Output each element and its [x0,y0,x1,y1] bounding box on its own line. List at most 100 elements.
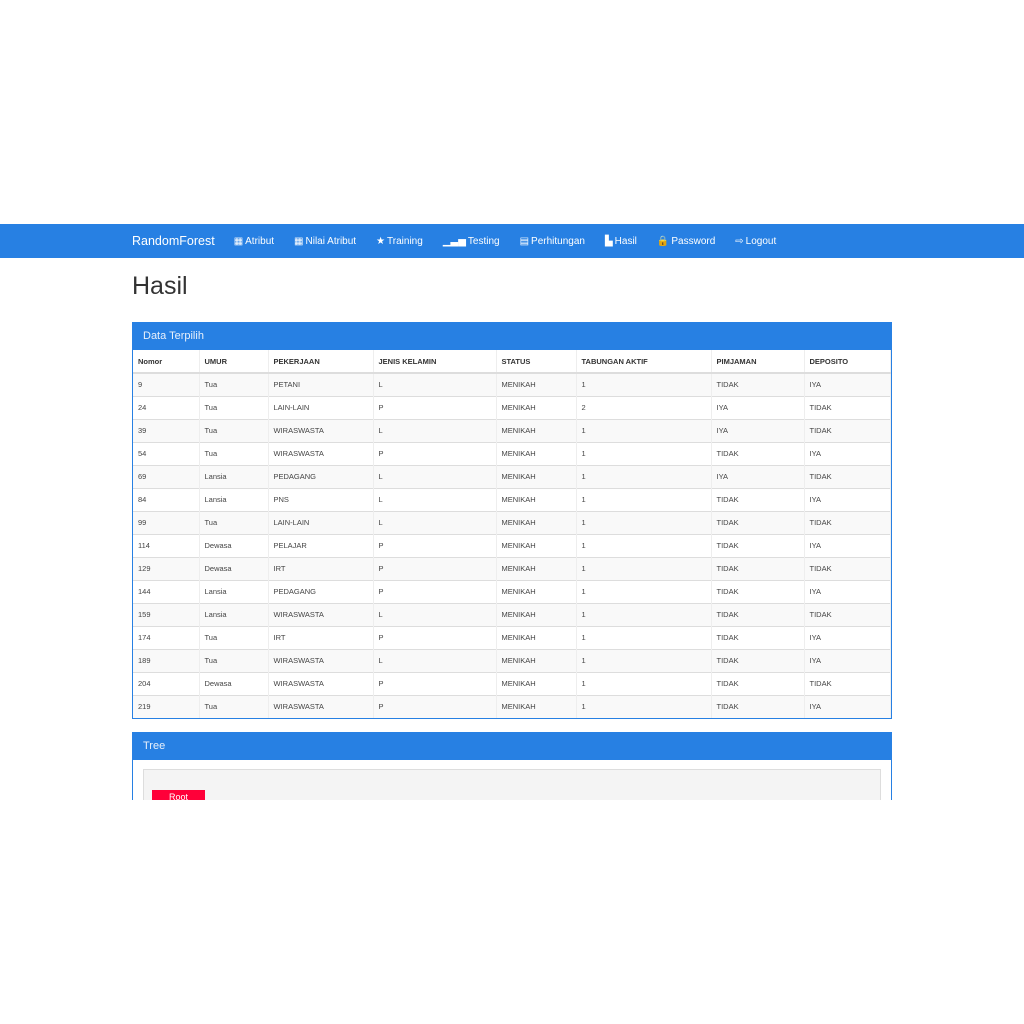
data-table: Nomor UMUR PEKERJAAN JENIS KELAMIN STATUS TAB… [133,350,891,718]
table-cell: Dewasa [199,556,269,580]
table-cell: 54 [133,441,200,465]
table-cell: TIDAK [804,602,891,626]
table-cell: MENIKAH [496,602,577,626]
table-cell: P [373,533,497,557]
nav-nilai-atribut[interactable]: ▦ Nilai Atribut [294,236,356,247]
table-cell: WIRASWASTA [268,694,374,718]
table-cell: PEDAGANG [268,579,374,603]
table-cell: 129 [133,556,200,580]
table-row: 54 Tua WIRASWASTA P MENIKAH 1 TIDAK IYA [133,441,891,465]
th-icon: ▦ [294,235,304,247]
nav-testing[interactable]: ▁▃▅ Testing [443,236,500,247]
nav-perhitungan[interactable]: ▤ Perhitungan [520,236,585,247]
table-cell: TIDAK [804,671,891,695]
table-cell: PNS [268,487,374,511]
table-cell: 1 [576,694,712,718]
table-row: 219 Tua WIRASWASTA P MENIKAH 1 TIDAK IYA [133,694,891,718]
table-cell: 1 [576,648,712,672]
table-cell: TIDAK [711,648,805,672]
table-cell: L [373,372,497,396]
table-cell: Lansia [199,579,269,603]
column-header: PIMJAMAN [711,350,805,374]
nav-label: Perhitungan [531,235,585,247]
table-cell: MENIKAH [496,464,577,488]
table-cell: TIDAK [711,602,805,626]
table-cell: WIRASWASTA [268,671,374,695]
table-cell: Dewasa [199,671,269,695]
table-row: 189 Tua WIRASWASTA L MENIKAH 1 TIDAK IYA [133,648,891,672]
table-cell: LAIN-LAIN [268,395,374,419]
table-cell: 189 [133,648,200,672]
navbar: RandomForest ▦ Atribut ▦ Nilai Atribut ★ Trai… [0,224,1024,258]
tree-root-node[interactable]: Root [152,790,205,800]
nav-password[interactable]: 🔒 Password [657,236,715,247]
data-terpilih-panel: Data Terpilih Nomor UMUR PEKERJAAN JENIS KE… [132,322,892,719]
table-row: 144 Lansia PEDAGANG P MENIKAH 1 TIDAK IYA [133,579,891,603]
table-cell: L [373,418,497,442]
table-cell: P [373,441,497,465]
table-cell: IYA [711,418,805,442]
table-row: 99 Tua LAIN-LAIN L MENIKAH 1 TIDAK TIDAK [133,510,891,534]
nav-hasil[interactable]: ▙ Hasil [605,236,637,247]
table-cell: 1 [576,464,712,488]
table-cell: TIDAK [711,441,805,465]
nav-atribut[interactable]: ▦ Atribut [234,236,274,247]
table-cell: MENIKAH [496,694,577,718]
brand-link[interactable]: RandomForest [132,234,215,248]
table-cell: 159 [133,602,200,626]
table-cell: 1 [576,533,712,557]
table-cell: L [373,648,497,672]
nav-label: Testing [467,235,500,247]
nav-label: Hasil [614,235,637,247]
nav-logout[interactable]: ⇨ Logout [735,236,776,247]
table-cell: MENIKAH [496,579,577,603]
table-cell: MENIKAH [496,533,577,557]
table-cell: TIDAK [804,556,891,580]
nav-label: Atribut [245,235,275,247]
table-row: 114 Dewasa PELAJAR P MENIKAH 1 TIDAK IYA [133,533,891,557]
table-cell: 1 [576,579,712,603]
table-cell: Tua [199,648,269,672]
table-cell: IYA [804,441,891,465]
table-cell: PELAJAR [268,533,374,557]
table-cell: TIDAK [804,395,891,419]
table-cell: P [373,395,497,419]
table-cell: P [373,625,497,649]
table-cell: L [373,487,497,511]
table-cell: TIDAK [711,579,805,603]
table-cell: MENIKAH [496,510,577,534]
table-cell: L [373,464,497,488]
table-cell: TIDAK [804,510,891,534]
table-cell: 1 [576,372,712,396]
table-cell: Lansia [199,464,269,488]
signal-icon: ▁▃▅ [442,235,466,247]
table-cell: IYA [711,464,805,488]
table-cell: TIDAK [711,671,805,695]
table-cell: MENIKAH [496,395,577,419]
table-cell: Lansia [199,602,269,626]
table-cell: L [373,602,497,626]
table-row: 129 Dewasa IRT P MENIKAH 1 TIDAK TIDAK [133,556,891,580]
table-cell: Tua [199,625,269,649]
table-cell: P [373,556,497,580]
table-cell: IYA [804,579,891,603]
table-cell: MENIKAH [496,648,577,672]
table-cell: IYA [711,395,805,419]
table-cell: 9 [133,372,200,396]
table-cell: IYA [804,487,891,511]
browser-viewport: RandomForest ▦ Atribut ▦ Nilai Atribut ★ Trai… [0,224,1024,800]
table-cell: MENIKAH [496,372,577,396]
table-cell: WIRASWASTA [268,648,374,672]
table-row: 174 Tua IRT P MENIKAH 1 TIDAK IYA [133,625,891,649]
table-row: 24 Tua LAIN-LAIN P MENIKAH 2 IYA TIDAK [133,395,891,419]
table-cell: WIRASWASTA [268,418,374,442]
table-cell: Tua [199,510,269,534]
column-header: TABUNGAN AKTIF [576,350,712,374]
table-cell: IRT [268,556,374,580]
table-cell: 204 [133,671,200,695]
table-cell: IYA [804,625,891,649]
table-cell: 1 [576,418,712,442]
nav-training[interactable]: ★ Training [376,236,423,247]
panel-heading: Tree [133,733,891,760]
table-cell: IRT [268,625,374,649]
